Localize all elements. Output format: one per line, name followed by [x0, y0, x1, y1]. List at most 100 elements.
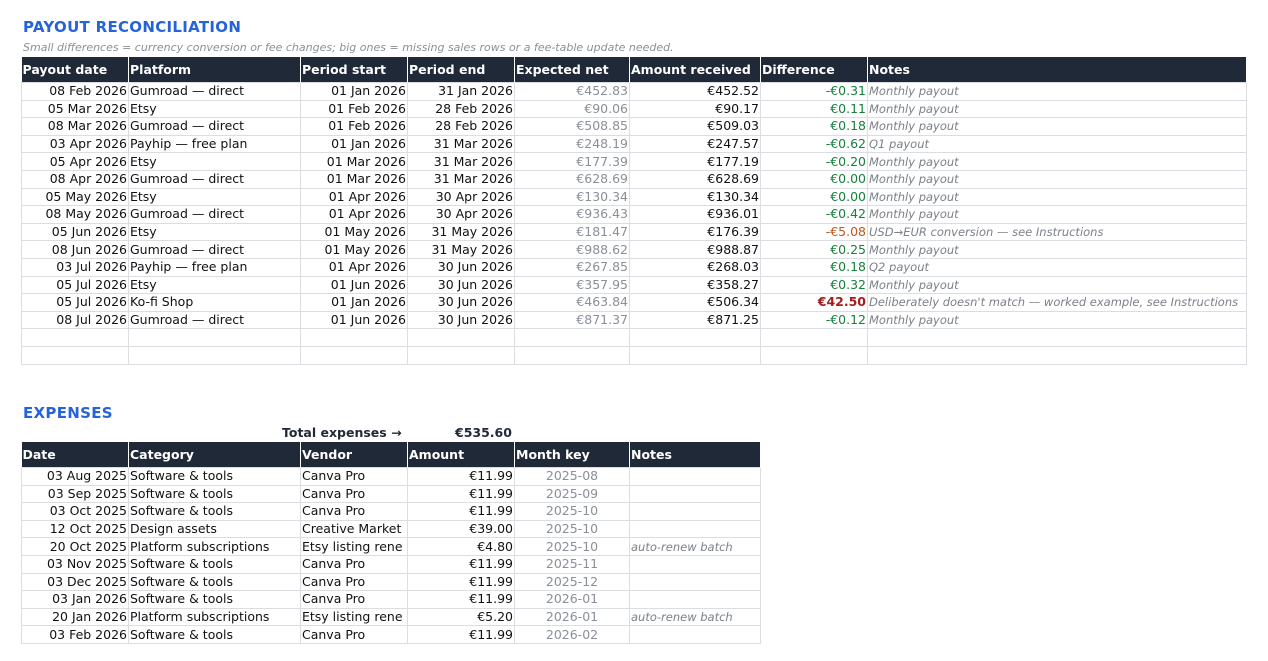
difference-cell[interactable]: €0.11 — [760, 99, 868, 119]
empty-cell[interactable] — [629, 328, 761, 347]
expected-net-cell[interactable]: €177.39 — [514, 152, 630, 171]
platform-cell[interactable]: Etsy — [128, 187, 301, 207]
platform-cell[interactable]: Gumroad — direct — [128, 117, 301, 136]
platform-cell[interactable]: Gumroad — direct — [128, 82, 301, 101]
difference-cell[interactable]: -€0.20 — [760, 152, 868, 171]
platform-cell[interactable]: Payhip — free plan — [128, 134, 301, 154]
amount-cell[interactable]: €11.99 — [407, 590, 515, 609]
expected-net-cell[interactable]: €267.85 — [514, 257, 630, 277]
total-expenses-value[interactable]: €535.60 — [455, 425, 512, 440]
amount-received-cell[interactable]: €988.87 — [629, 240, 761, 259]
expense-notes-cell[interactable] — [629, 467, 761, 486]
difference-cell[interactable]: €0.00 — [760, 169, 868, 189]
expected-net-cell[interactable]: €181.47 — [514, 222, 630, 242]
amount-received-cell[interactable]: €268.03 — [629, 257, 761, 277]
payout-date-cell[interactable]: 05 Apr 2026 — [21, 152, 129, 171]
period-start-cell[interactable]: 01 Apr 2026 — [300, 257, 408, 277]
amount-received-cell[interactable]: €628.69 — [629, 169, 761, 189]
notes-cell[interactable]: Monthly payout — [867, 187, 1247, 207]
expected-net-cell[interactable]: €248.19 — [514, 134, 630, 154]
amount-received-cell[interactable]: €177.19 — [629, 152, 761, 171]
expense-notes-cell[interactable]: auto-renew batch — [629, 607, 761, 627]
col-header-platform[interactable]: Platform — [128, 57, 301, 83]
expense-notes-cell[interactable] — [629, 625, 761, 644]
difference-cell[interactable]: -€0.42 — [760, 205, 868, 224]
difference-cell[interactable]: €0.32 — [760, 275, 868, 295]
category-cell[interactable]: Software & tools — [128, 625, 301, 644]
notes-cell[interactable]: Monthly payout — [867, 82, 1247, 101]
notes-cell[interactable]: Monthly payout — [867, 99, 1247, 119]
difference-cell[interactable]: €0.18 — [760, 117, 868, 136]
category-cell[interactable]: Software & tools — [128, 572, 301, 592]
empty-cell[interactable] — [760, 345, 868, 365]
payout-date-cell[interactable]: 03 Jul 2026 — [21, 257, 129, 277]
period-start-cell[interactable]: 01 Apr 2026 — [300, 205, 408, 224]
category-cell[interactable]: Platform subscriptions — [128, 607, 301, 627]
expense-notes-cell[interactable] — [629, 590, 761, 609]
expense-date-cell[interactable]: 20 Oct 2025 — [21, 537, 129, 556]
platform-cell[interactable]: Gumroad — direct — [128, 240, 301, 259]
amount-received-cell[interactable]: €176.39 — [629, 222, 761, 242]
vendor-cell[interactable]: Canva Pro — [300, 554, 408, 574]
empty-cell[interactable] — [300, 345, 408, 365]
expense-date-cell[interactable]: 20 Jan 2026 — [21, 607, 129, 627]
difference-cell[interactable]: -€0.12 — [760, 310, 868, 330]
payout-date-cell[interactable]: 05 Jun 2026 — [21, 222, 129, 242]
vendor-cell[interactable]: Etsy listing rene — [300, 537, 408, 556]
period-end-cell[interactable]: 30 Jun 2026 — [407, 257, 515, 277]
payout-date-cell[interactable]: 05 Jul 2026 — [21, 275, 129, 295]
period-start-cell[interactable]: 01 May 2026 — [300, 222, 408, 242]
payout-date-cell[interactable]: 05 May 2026 — [21, 187, 129, 207]
period-end-cell[interactable]: 31 May 2026 — [407, 222, 515, 242]
expense-date-cell[interactable]: 03 Nov 2025 — [21, 554, 129, 574]
col-header-amount[interactable]: Amount — [407, 442, 515, 468]
platform-cell[interactable]: Payhip — free plan — [128, 257, 301, 277]
period-start-cell[interactable]: 01 Apr 2026 — [300, 187, 408, 207]
difference-cell[interactable]: -€0.62 — [760, 134, 868, 154]
expected-net-cell[interactable]: €90.06 — [514, 99, 630, 119]
amount-cell[interactable]: €11.99 — [407, 554, 515, 574]
expected-net-cell[interactable]: €357.95 — [514, 275, 630, 295]
payout-date-cell[interactable]: 08 Mar 2026 — [21, 117, 129, 136]
period-start-cell[interactable]: 01 Jun 2026 — [300, 275, 408, 295]
payout-date-cell[interactable]: 03 Apr 2026 — [21, 134, 129, 154]
difference-cell[interactable]: -€0.31 — [760, 82, 868, 101]
expense-date-cell[interactable]: 03 Jan 2026 — [21, 590, 129, 609]
expected-net-cell[interactable]: €508.85 — [514, 117, 630, 136]
period-end-cell[interactable]: 28 Feb 2026 — [407, 117, 515, 136]
amount-cell[interactable]: €5.20 — [407, 607, 515, 627]
platform-cell[interactable]: Gumroad — direct — [128, 205, 301, 224]
period-start-cell[interactable]: 01 Jan 2026 — [300, 82, 408, 101]
notes-cell[interactable]: Monthly payout — [867, 169, 1247, 189]
col-header-date[interactable]: Date — [21, 442, 129, 468]
month-key-cell[interactable]: 2025-08 — [514, 467, 630, 486]
expense-date-cell[interactable]: 03 Oct 2025 — [21, 502, 129, 521]
payout-date-cell[interactable]: 08 May 2026 — [21, 205, 129, 224]
difference-cell[interactable]: €0.25 — [760, 240, 868, 259]
empty-cell[interactable] — [514, 345, 630, 365]
expense-notes-cell[interactable]: auto-renew batch — [629, 537, 761, 556]
platform-cell[interactable]: Gumroad — direct — [128, 310, 301, 330]
amount-cell[interactable]: €11.99 — [407, 484, 515, 504]
expense-notes-cell[interactable] — [629, 519, 761, 539]
expense-date-cell[interactable]: 03 Dec 2025 — [21, 572, 129, 592]
expense-notes-cell[interactable] — [629, 554, 761, 574]
empty-cell[interactable] — [21, 345, 129, 365]
amount-cell[interactable]: €11.99 — [407, 502, 515, 521]
empty-cell[interactable] — [128, 345, 301, 365]
expected-net-cell[interactable]: €130.34 — [514, 187, 630, 207]
difference-cell[interactable]: €0.00 — [760, 187, 868, 207]
empty-cell[interactable] — [867, 328, 1247, 347]
period-start-cell[interactable]: 01 Jan 2026 — [300, 134, 408, 154]
empty-cell[interactable] — [514, 328, 630, 347]
period-end-cell[interactable]: 30 Apr 2026 — [407, 187, 515, 207]
empty-cell[interactable] — [407, 345, 515, 365]
platform-cell[interactable]: Etsy — [128, 152, 301, 171]
period-end-cell[interactable]: 31 May 2026 — [407, 240, 515, 259]
amount-received-cell[interactable]: €90.17 — [629, 99, 761, 119]
platform-cell[interactable]: Ko-fi Shop — [128, 293, 301, 312]
expense-date-cell[interactable]: 12 Oct 2025 — [21, 519, 129, 539]
payout-date-cell[interactable]: 08 Apr 2026 — [21, 169, 129, 189]
col-header-payout-date[interactable]: Payout date — [21, 57, 129, 83]
payout-date-cell[interactable]: 05 Jul 2026 — [21, 293, 129, 312]
